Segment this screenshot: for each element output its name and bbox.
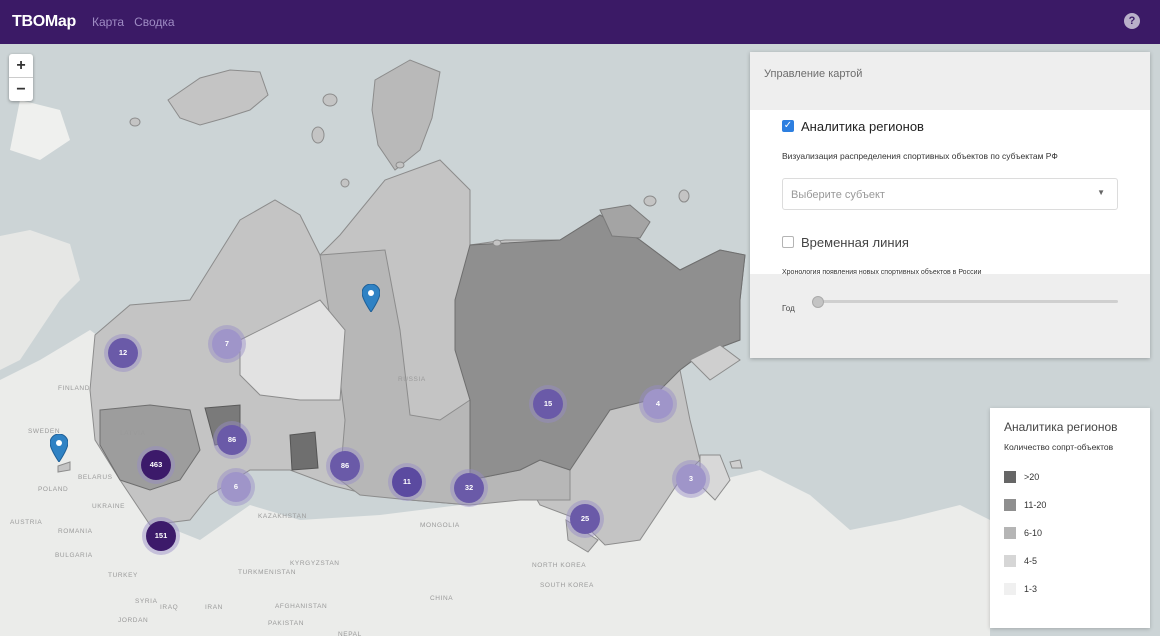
year-slider-thumb[interactable] — [812, 296, 824, 308]
legend-title: Аналитика регионов — [1004, 420, 1118, 434]
subject-select-placeholder: Выберите субъект — [791, 189, 885, 201]
legend-swatch — [1004, 555, 1016, 567]
cluster-marker[interactable]: 11 — [392, 467, 422, 497]
country-label: FINLAND — [58, 385, 91, 392]
country-label: IRAN — [205, 604, 223, 611]
country-label: POLAND — [38, 486, 69, 493]
top-navbar: TBOMap Карта Сводка ? — [0, 0, 1160, 44]
timeline-checkbox[interactable] — [782, 236, 794, 248]
country-label: TURKMENISTAN — [238, 569, 296, 576]
year-label: Год — [782, 304, 795, 313]
country-label: UKRAINE — [92, 503, 126, 510]
map-control-panel: Управление картой ✓ Аналитика регионов В… — [750, 52, 1150, 358]
legend-label: 11-20 — [1024, 500, 1047, 510]
legend-item: 6-10 — [1004, 526, 1042, 540]
zoom-control: + − — [9, 54, 33, 101]
cluster-marker[interactable]: 86 — [330, 451, 360, 481]
legend-label: >20 — [1024, 472, 1040, 482]
country-label: AFGHANISTAN — [275, 603, 328, 610]
zoom-in-button[interactable]: + — [9, 54, 33, 77]
cluster-marker[interactable]: 4 — [643, 389, 673, 419]
legend-swatch — [1004, 499, 1016, 511]
legend-swatch — [1004, 527, 1016, 539]
analytics-label: Аналитика регионов — [801, 119, 924, 134]
timeline-description: Хронология появления новых спортивных об… — [782, 269, 982, 276]
map-marker-icon[interactable] — [50, 434, 68, 462]
cluster-marker[interactable]: 151 — [146, 521, 176, 551]
map-marker-icon[interactable] — [362, 284, 380, 312]
legend-label: 4-5 — [1024, 556, 1038, 566]
subject-select[interactable]: Выберите субъект ▼ — [782, 178, 1118, 210]
legend-swatch — [1004, 471, 1016, 483]
nav-link-map[interactable]: Карта — [92, 15, 124, 29]
cluster-marker[interactable]: 32 — [454, 473, 484, 503]
legend-item: >20 — [1004, 470, 1039, 484]
cluster-marker[interactable]: 7 — [212, 329, 242, 359]
country-label: NEPAL — [338, 631, 362, 636]
legend-item: 11-20 — [1004, 498, 1046, 512]
brand-logo[interactable]: TBOMap — [12, 13, 76, 31]
year-slider-track[interactable] — [816, 300, 1118, 303]
country-label: KYRGYZSTAN — [290, 560, 340, 567]
timeline-label: Временная линия — [801, 235, 909, 250]
chevron-down-icon: ▼ — [1097, 188, 1105, 197]
analytics-checkbox[interactable]: ✓ — [782, 120, 794, 132]
cluster-marker[interactable]: 12 — [108, 338, 138, 368]
country-label: SYRIA — [135, 598, 158, 605]
analytics-description: Визуализация распределения спортивных об… — [782, 151, 1058, 161]
cluster-marker[interactable]: 463 — [141, 450, 171, 480]
country-label: AUSTRIA — [10, 519, 43, 526]
cluster-marker[interactable]: 6 — [221, 472, 251, 502]
country-label: MONGOLIA — [420, 522, 460, 529]
country-label: LATVIA — [120, 430, 146, 437]
country-label: CHINA — [430, 595, 454, 602]
country-label: IRAQ — [160, 604, 179, 611]
cluster-marker[interactable]: 86 — [217, 425, 247, 455]
country-label: TURKEY — [108, 572, 138, 579]
zoom-out-button[interactable]: − — [9, 77, 33, 101]
legend-subtitle: Количество сопрт-объектов — [1004, 442, 1114, 452]
country-label: SOUTH KOREA — [540, 582, 594, 589]
country-label: NORTH KOREA — [532, 562, 587, 569]
help-icon[interactable]: ? — [1124, 13, 1140, 29]
country-label: PAKISTAN — [268, 620, 304, 627]
cluster-marker[interactable]: 3 — [676, 464, 706, 494]
panel-title: Управление картой — [764, 68, 863, 80]
legend-label: 6-10 — [1024, 528, 1043, 538]
cluster-marker[interactable]: 25 — [570, 504, 600, 534]
cluster-marker[interactable]: 15 — [533, 389, 563, 419]
legend-item: 4-5 — [1004, 554, 1037, 568]
country-label: BULGARIA — [55, 552, 93, 559]
country-label: RUSSIA — [398, 376, 426, 383]
country-label: JORDAN — [118, 617, 149, 624]
legend-item: 1-3 — [1004, 582, 1037, 596]
country-label: ROMANIA — [58, 528, 93, 535]
nav-link-summary[interactable]: Сводка — [134, 15, 175, 29]
legend-label: 1-3 — [1024, 584, 1038, 594]
country-label: BELARUS — [78, 474, 113, 481]
country-label: KAZAKHSTAN — [258, 513, 307, 520]
legend-panel: Аналитика регионов Количество сопрт-объе… — [990, 408, 1150, 628]
legend-swatch — [1004, 583, 1016, 595]
